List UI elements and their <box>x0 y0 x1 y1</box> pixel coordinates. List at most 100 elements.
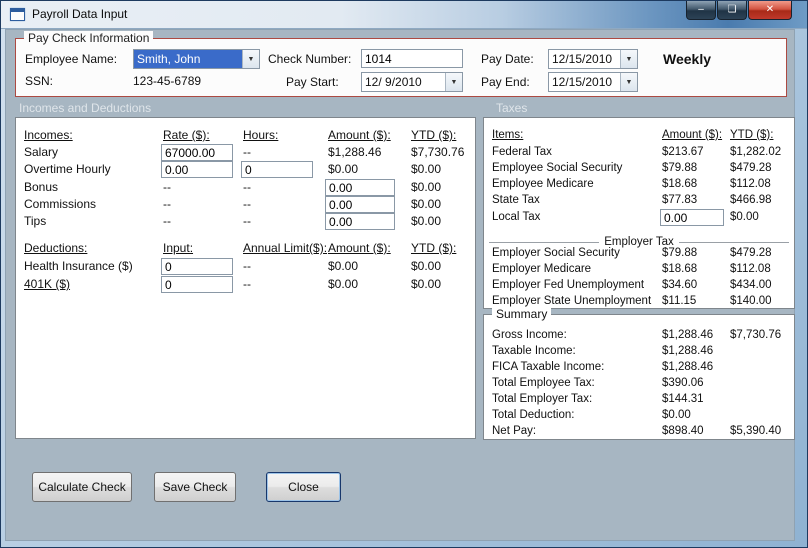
tax-row-employer-fed-unemployment: Employer Fed Unemployment $34.60 $434.00 <box>484 277 794 294</box>
income-hours: -- <box>243 180 251 194</box>
minimize-button[interactable]: – <box>686 1 716 20</box>
summary-item: Net Pay: <box>492 425 537 437</box>
tax-row-employee-medicare: Employee Medicare $18.68 $112.08 <box>484 176 794 193</box>
close-window-button[interactable]: ✕ <box>748 1 792 20</box>
income-amount: $1,288.46 <box>328 145 382 159</box>
ssn-value: 123-45-6789 <box>133 74 202 88</box>
incomes-deductions-panel: Incomes: Rate ($): Hours: Amount ($): YT… <box>15 117 476 439</box>
save-check-button[interactable]: Save Check <box>154 472 236 502</box>
chevron-down-icon[interactable]: ▼ <box>445 73 462 91</box>
overtime-rate-input[interactable] <box>161 161 233 178</box>
tax-ytd: $479.28 <box>730 162 772 174</box>
income-ytd: $0.00 <box>411 197 442 211</box>
income-row-salary: Salary -- $1,288.46 $7,730.76 <box>16 144 475 161</box>
tax-ytd: $1,282.02 <box>730 146 782 158</box>
deduction-name: Health Insurance ($) <box>24 259 133 273</box>
deduction-ytd: $0.00 <box>411 259 442 273</box>
tax-amount: $34.60 <box>662 279 698 291</box>
local-tax-input[interactable] <box>660 209 724 226</box>
summary-item: FICA Taxable Income: <box>492 361 605 373</box>
summary-amount: $144.31 <box>662 393 704 405</box>
deduction-row-401k: 401K ($) -- $0.00 $0.00 <box>16 276 475 293</box>
income-name: Tips <box>24 214 47 228</box>
deduction-name-401k-link[interactable]: 401K ($) <box>24 276 70 293</box>
employee-name-label: Employee Name: <box>25 52 118 66</box>
deduction-amount: $0.00 <box>328 259 359 273</box>
incomes-col-header: Incomes: <box>24 128 73 142</box>
income-row-bonus: Bonus -- -- $0.00 <box>16 179 475 196</box>
tax-amount: $79.88 <box>662 247 698 259</box>
amount-col-header: Amount ($): <box>328 241 391 255</box>
summary-row-fica: FICA Taxable Income: $1,288.46 <box>484 359 794 376</box>
tax-ytd: $434.00 <box>730 279 772 291</box>
income-row-overtime: Overtime Hourly $0.00 $0.00 <box>16 161 475 178</box>
summary-amount: $1,288.46 <box>662 345 714 357</box>
tax-amount: $77.83 <box>662 194 698 206</box>
tips-amount-input[interactable] <box>325 213 395 230</box>
summary-amount: $390.06 <box>662 377 704 389</box>
tax-ytd: $112.08 <box>730 263 771 275</box>
employee-name-select[interactable]: Smith, John ▼ <box>133 49 260 69</box>
tax-amount: $213.67 <box>662 146 704 158</box>
employee-name-value: Smith, John <box>134 50 242 68</box>
dialog-body: Pay Check Information Employee Name: Smi… <box>5 29 795 541</box>
ytd-col-header: YTD ($): <box>411 241 457 255</box>
chevron-down-icon[interactable]: ▼ <box>242 50 259 68</box>
minimize-icon: – <box>698 4 704 15</box>
amount-col-header: Amount ($): <box>328 128 391 142</box>
summary-ytd: $7,730.76 <box>730 329 782 341</box>
summary-row-employee-tax: Total Employee Tax: $390.06 <box>484 375 794 392</box>
tax-item: Employee Social Security <box>492 162 623 174</box>
chevron-down-icon[interactable]: ▼ <box>620 50 637 68</box>
taxes-section-header: Taxes <box>496 101 528 115</box>
income-name: Bonus <box>24 180 59 194</box>
summary-amount: $1,288.46 <box>662 361 714 373</box>
tax-item: Federal Tax <box>492 146 552 158</box>
incomes-section-header: Incomes and Deductions <box>19 101 152 115</box>
paycheck-info-group: Pay Check Information Employee Name: Smi… <box>15 31 787 97</box>
income-row-tips: Tips -- -- $0.00 <box>16 213 475 230</box>
rate-col-header: Rate ($): <box>163 128 210 142</box>
amount-col-header: Amount ($): <box>662 129 723 141</box>
summary-row-net-pay: Net Pay: $898.40 $5,390.40 <box>484 423 794 440</box>
salary-rate-input[interactable] <box>161 144 233 161</box>
summary-amount: $898.40 <box>662 425 704 437</box>
pay-date-label: Pay Date: <box>481 52 534 66</box>
deduction-row-health: Health Insurance ($) -- $0.00 $0.00 <box>16 258 475 275</box>
tax-row-local: Local Tax $0.00 <box>484 209 794 226</box>
chevron-down-icon[interactable]: ▼ <box>620 73 637 91</box>
tax-item: Employer Medicare <box>492 263 592 275</box>
close-button[interactable]: Close <box>266 472 341 502</box>
summary-amount: $1,288.46 <box>662 329 714 341</box>
maximize-button[interactable]: ❏ <box>717 1 747 20</box>
pay-date-picker[interactable]: 12/15/2010 ▼ <box>548 49 638 69</box>
tax-ytd: $112.08 <box>730 178 771 190</box>
summary-item: Total Deduction: <box>492 409 575 421</box>
calculate-check-button[interactable]: Calculate Check <box>32 472 132 502</box>
summary-group-label: Summary <box>492 307 552 321</box>
commissions-amount-input[interactable] <box>325 196 395 213</box>
summary-item: Total Employee Tax: <box>492 377 595 389</box>
overtime-hours-input[interactable] <box>241 161 313 178</box>
pay-start-picker[interactable]: 12/ 9/2010 ▼ <box>361 72 463 92</box>
pay-end-picker[interactable]: 12/15/2010 ▼ <box>548 72 638 92</box>
income-hours: -- <box>243 197 251 211</box>
tax-amount: $79.88 <box>662 162 698 174</box>
close-icon: ✕ <box>765 4 775 15</box>
tax-item: State Tax <box>492 194 540 206</box>
deduction-limit: -- <box>243 259 251 273</box>
deduction-ytd: $0.00 <box>411 277 442 291</box>
income-name: Commissions <box>24 197 97 211</box>
annual-limit-col-header: Annual Limit($): <box>243 241 328 255</box>
tax-row-employer-medicare: Employer Medicare $18.68 $112.08 <box>484 261 794 278</box>
title-bar[interactable]: Payroll Data Input – ❏ ✕ <box>1 1 807 29</box>
health-insurance-input[interactable] <box>161 258 233 275</box>
income-rate: -- <box>163 214 171 228</box>
summary-row-deduction: Total Deduction: $0.00 <box>484 407 794 424</box>
check-number-input[interactable] <box>361 49 463 68</box>
window-title: Payroll Data Input <box>32 7 128 21</box>
retirement-401k-input[interactable] <box>161 276 233 293</box>
bonus-amount-input[interactable] <box>325 179 395 196</box>
app-icon <box>10 8 25 21</box>
maximize-icon: ❏ <box>727 4 737 15</box>
